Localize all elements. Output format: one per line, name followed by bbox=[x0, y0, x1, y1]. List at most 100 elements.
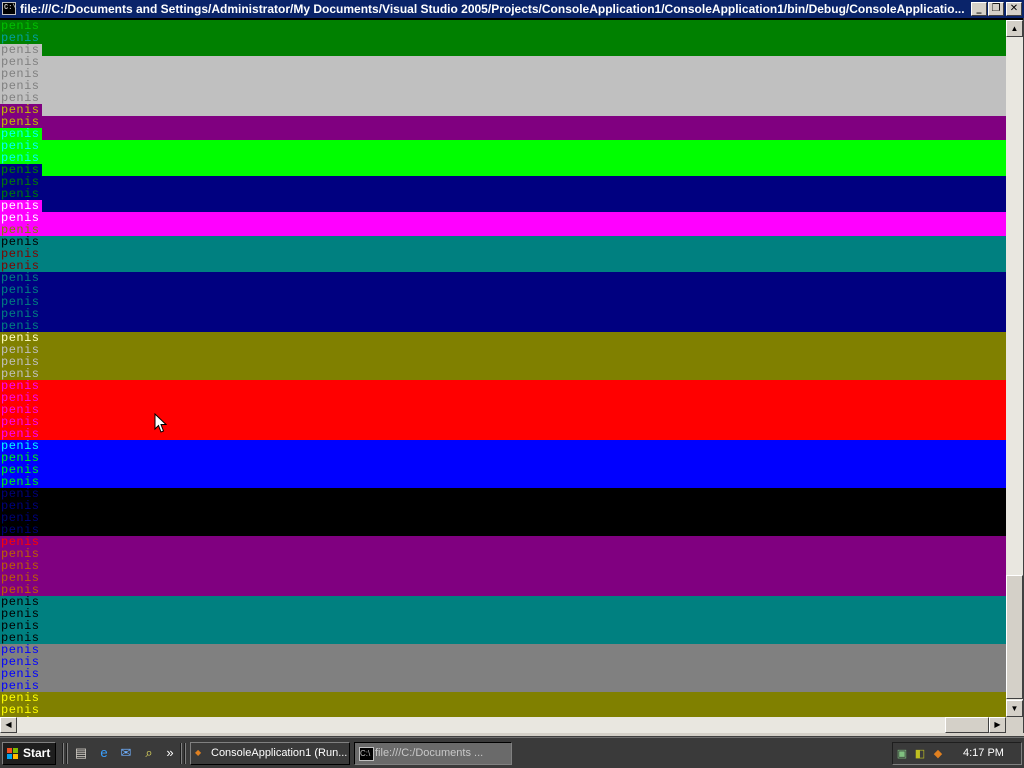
console-line: penis bbox=[0, 248, 42, 260]
taskbar-separator bbox=[184, 743, 186, 764]
console-line: penis bbox=[0, 140, 42, 152]
internet-explorer-icon[interactable]: e bbox=[96, 745, 112, 761]
console-color-band bbox=[42, 56, 1006, 116]
console-line: penis bbox=[0, 356, 42, 368]
console-color-band bbox=[42, 140, 1006, 176]
start-button[interactable]: Start bbox=[2, 742, 56, 765]
console-output[interactable]: penis penis penis penis penis penis penis penis… bbox=[0, 20, 1006, 717]
console-line: penis bbox=[0, 68, 42, 80]
console-line: penis bbox=[0, 344, 42, 356]
scroll-left-arrow-icon[interactable]: ◀ bbox=[0, 717, 17, 733]
console-line: penis bbox=[0, 668, 42, 680]
console-line: penis bbox=[0, 92, 42, 104]
console-color-band bbox=[42, 380, 1006, 440]
console-window-icon[interactable]: C:\ bbox=[2, 2, 17, 15]
maximize-button[interactable]: ❐ bbox=[988, 2, 1004, 16]
console-line: penis bbox=[0, 320, 42, 332]
console-line: penis bbox=[0, 500, 42, 512]
console-line: penis bbox=[0, 428, 42, 440]
console-line: penis bbox=[0, 32, 42, 44]
vertical-scroll-thumb[interactable] bbox=[1006, 575, 1023, 699]
console-line: penis bbox=[0, 584, 42, 596]
tray-app-icon[interactable]: ◧ bbox=[913, 747, 927, 761]
horizontal-scroll-thumb[interactable] bbox=[945, 717, 989, 733]
outlook-express-icon[interactable]: ✉ bbox=[118, 745, 134, 761]
console-color-band bbox=[42, 20, 1006, 56]
console-line: penis bbox=[0, 164, 42, 176]
console-color-band bbox=[42, 176, 1006, 212]
windows-logo-icon bbox=[7, 748, 19, 759]
window-title-bar[interactable]: C:\ file:///C:/Documents and Settings/Ad… bbox=[0, 0, 1024, 18]
close-button[interactable]: ✕ bbox=[1006, 2, 1022, 16]
console-color-band bbox=[42, 212, 1006, 236]
console-line: penis bbox=[0, 152, 42, 164]
visual-studio-tray-icon[interactable]: ◆ bbox=[931, 747, 945, 761]
console-line: penis bbox=[0, 116, 42, 128]
console-line: penis bbox=[0, 692, 42, 704]
taskbar-separator bbox=[62, 743, 64, 764]
taskbar: Start ▤ e ✉ ⌕ » ◆ ConsoleApplication1 (R… bbox=[0, 737, 1024, 768]
console-line: penis bbox=[0, 548, 42, 560]
console-line: penis bbox=[0, 476, 42, 488]
taskbar-button-visual-studio[interactable]: ◆ ConsoleApplication1 (Run... bbox=[190, 742, 350, 765]
minimize-button[interactable]: _ bbox=[971, 2, 987, 16]
taskbar-separator bbox=[180, 743, 182, 764]
console-line: penis bbox=[0, 368, 42, 380]
console-color-band bbox=[42, 116, 1006, 140]
console-line: penis bbox=[0, 644, 42, 656]
taskbar-separator bbox=[66, 743, 68, 764]
taskbar-button-console[interactable]: C:\ file:///C:/Documents ... bbox=[354, 742, 512, 765]
console-line: penis bbox=[0, 452, 42, 464]
console-line: penis bbox=[0, 392, 42, 404]
console-line: penis bbox=[0, 404, 42, 416]
scrollbar-corner bbox=[1006, 717, 1024, 733]
show-desktop-icon[interactable]: ▤ bbox=[73, 745, 89, 761]
console-line: penis bbox=[0, 260, 42, 272]
console-line: penis bbox=[0, 596, 42, 608]
console-color-band bbox=[42, 272, 1006, 332]
console-line: penis bbox=[0, 80, 42, 92]
console-line: penis bbox=[0, 524, 42, 536]
search-icon[interactable]: ⌕ bbox=[141, 745, 157, 761]
console-line: penis bbox=[0, 236, 42, 248]
console-line: penis bbox=[0, 464, 42, 476]
scroll-up-arrow-icon[interactable]: ▲ bbox=[1006, 20, 1023, 37]
console-line: penis bbox=[0, 272, 42, 284]
console-line: penis bbox=[0, 680, 42, 692]
console-color-band bbox=[42, 596, 1006, 644]
scroll-right-arrow-icon[interactable]: ▶ bbox=[989, 717, 1006, 733]
start-label: Start bbox=[23, 746, 51, 760]
console-line: penis bbox=[0, 620, 42, 632]
console-line: penis bbox=[0, 656, 42, 668]
console-line: penis bbox=[0, 632, 42, 644]
vertical-scrollbar[interactable]: ▲ ▼ bbox=[1006, 20, 1023, 717]
horizontal-scrollbar[interactable]: ◀ ▶ bbox=[0, 717, 1006, 733]
console-line: penis bbox=[0, 440, 42, 452]
console-line: penis bbox=[0, 284, 42, 296]
console-line: penis bbox=[0, 224, 42, 236]
scroll-down-arrow-icon[interactable]: ▼ bbox=[1006, 700, 1023, 717]
mouse-cursor-icon bbox=[154, 413, 167, 433]
console-line: penis bbox=[0, 572, 42, 584]
console-color-band bbox=[42, 692, 1006, 717]
console-line: penis bbox=[0, 536, 42, 548]
console-line: penis bbox=[0, 296, 42, 308]
console-line: penis bbox=[0, 128, 42, 140]
console-line: penis bbox=[0, 512, 42, 524]
quick-launch-overflow-icon[interactable]: » bbox=[164, 745, 176, 761]
console-icon: C:\ bbox=[359, 747, 374, 761]
network-icon[interactable]: ▣ bbox=[895, 747, 909, 761]
console-line: penis bbox=[0, 332, 42, 344]
console-line: penis bbox=[0, 608, 42, 620]
task-label: ConsoleApplication1 (Run... bbox=[211, 747, 348, 759]
window-title: file:///C:/Documents and Settings/Admini… bbox=[20, 2, 965, 16]
console-color-band bbox=[42, 236, 1006, 272]
console-line: penis bbox=[0, 176, 42, 188]
clock[interactable]: 4:17 PM bbox=[963, 743, 1004, 764]
console-color-band bbox=[42, 536, 1006, 596]
console-color-band bbox=[42, 644, 1006, 692]
visual-studio-icon: ◆ bbox=[195, 748, 202, 757]
console-line: penis bbox=[0, 560, 42, 572]
system-tray: ▣ ◧ ◆ 4:17 PM bbox=[892, 742, 1022, 765]
console-line: penis bbox=[0, 416, 42, 428]
